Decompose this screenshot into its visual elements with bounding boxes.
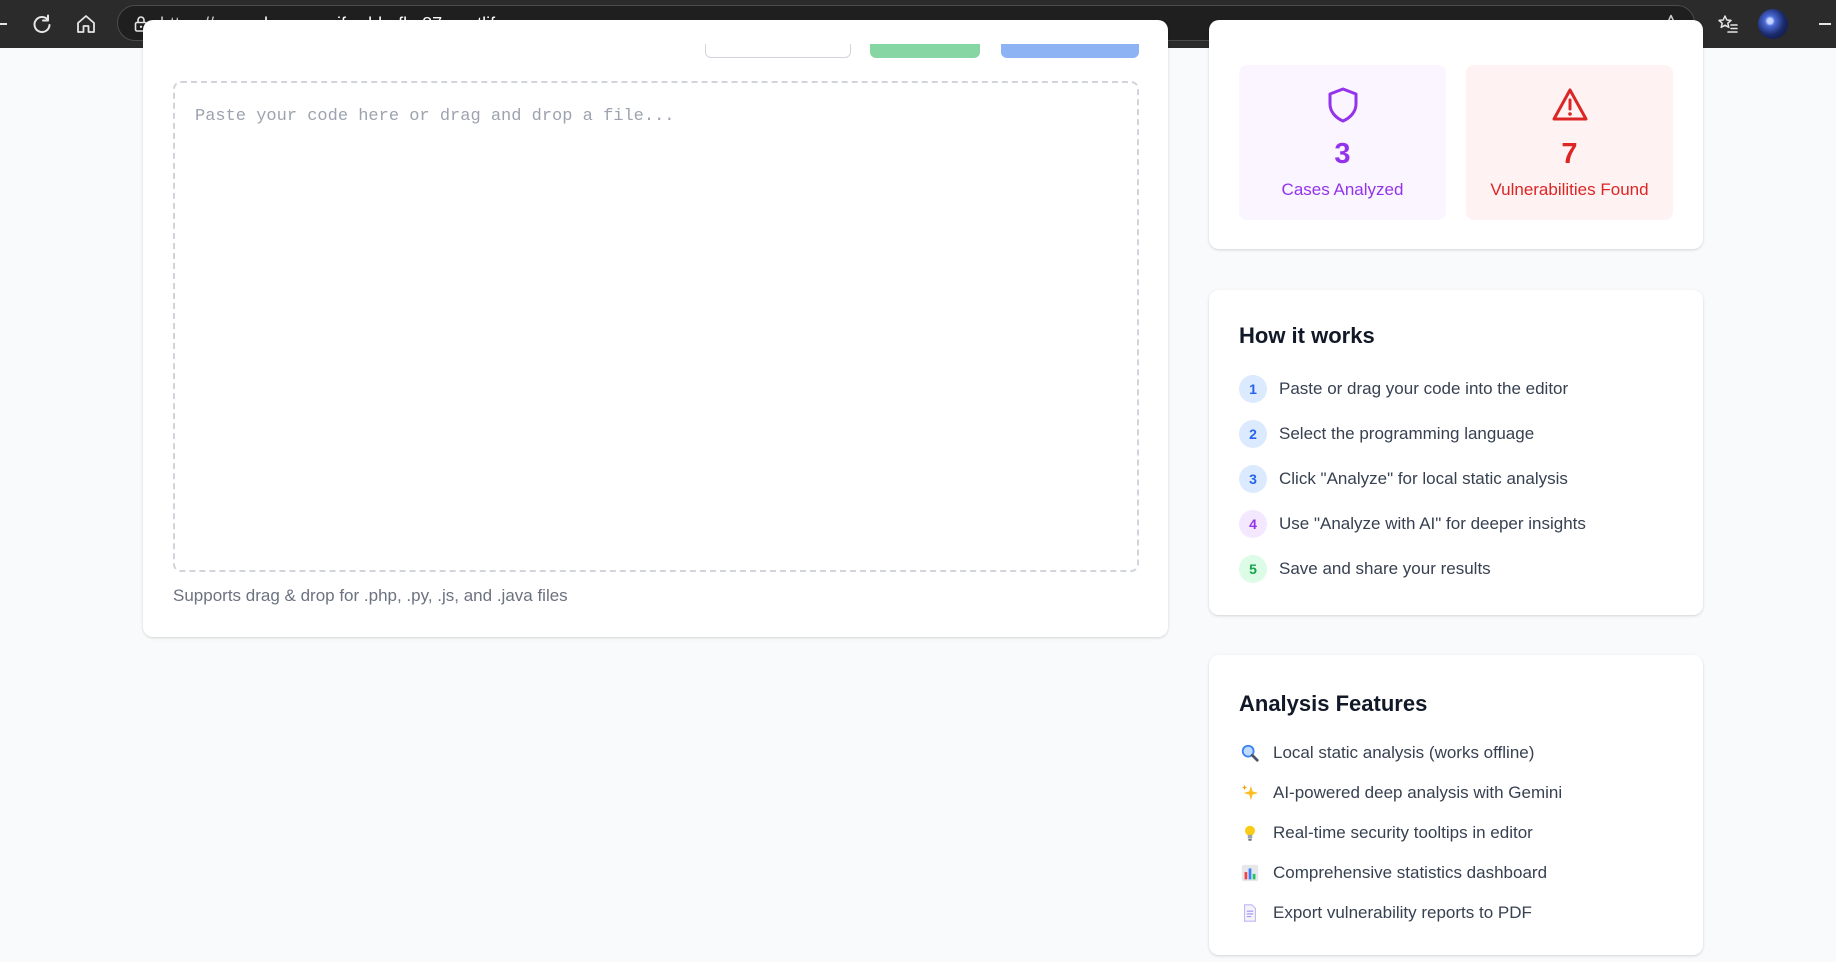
cases-analyzed-value: 3 bbox=[1334, 138, 1351, 170]
how-it-works-card: How it works 1 Paste or drag your code i… bbox=[1209, 290, 1703, 615]
back-icon[interactable] bbox=[0, 10, 14, 38]
step-number-badge: 4 bbox=[1239, 510, 1267, 538]
lightbulb-icon bbox=[1239, 822, 1261, 844]
feature-text: Local static analysis (works offline) bbox=[1273, 743, 1535, 762]
step-text: Click "Analyze" for local static analysi… bbox=[1279, 469, 1568, 488]
magnifier-icon bbox=[1239, 742, 1261, 764]
language-select[interactable] bbox=[705, 44, 851, 58]
analysis-features-card: Analysis Features Local static analysis … bbox=[1209, 655, 1703, 955]
dropzone-hint: Supports drag & drop for .php, .py, .js,… bbox=[173, 586, 568, 605]
step-text: Select the programming language bbox=[1279, 424, 1535, 443]
feature-text: AI-powered deep analysis with Gemini bbox=[1273, 783, 1563, 802]
vulnerabilities-found-stat: 7 Vulnerabilities Found bbox=[1466, 65, 1673, 220]
step-item: 1 Paste or drag your code into the edito… bbox=[1239, 374, 1568, 404]
step-text: Use "Analyze with AI" for deeper insight… bbox=[1279, 514, 1586, 533]
feature-item: AI-powered deep analysis with Gemini bbox=[1239, 780, 1562, 806]
step-item: 4 Use "Analyze with AI" for deeper insig… bbox=[1239, 509, 1586, 539]
feature-item: Comprehensive statistics dashboard bbox=[1239, 860, 1547, 886]
step-text: Save and share your results bbox=[1279, 559, 1491, 578]
menu-icon[interactable] bbox=[1808, 10, 1836, 38]
step-number-badge: 2 bbox=[1239, 420, 1267, 448]
shield-icon bbox=[1328, 87, 1357, 123]
favorites-list-icon[interactable] bbox=[1714, 10, 1742, 38]
feature-item: Real-time security tooltips in editor bbox=[1239, 820, 1533, 846]
cases-analyzed-label: Cases Analyzed bbox=[1281, 180, 1404, 199]
step-number-badge: 5 bbox=[1239, 555, 1267, 583]
home-icon[interactable] bbox=[72, 10, 100, 38]
feature-text: Real-time security tooltips in editor bbox=[1273, 823, 1533, 842]
feature-item: Local static analysis (works offline) bbox=[1239, 740, 1534, 766]
warning-triangle-icon bbox=[1552, 88, 1587, 121]
analysis-features-title: Analysis Features bbox=[1239, 691, 1428, 716]
step-number-badge: 1 bbox=[1239, 375, 1267, 403]
sparkles-icon bbox=[1239, 782, 1261, 804]
step-item: 3 Click "Analyze" for local static analy… bbox=[1239, 464, 1568, 494]
how-it-works-title: How it works bbox=[1239, 323, 1375, 348]
code-dropzone[interactable]: Paste your code here or drag and drop a … bbox=[173, 81, 1139, 572]
analyze-with-ai-button[interactable] bbox=[1001, 44, 1139, 58]
step-text: Paste or drag your code into the editor bbox=[1279, 379, 1569, 398]
code-input-placeholder[interactable]: Paste your code here or drag and drop a … bbox=[195, 107, 674, 126]
vulnerabilities-found-label: Vulnerabilities Found bbox=[1490, 180, 1649, 199]
step-number-badge: 3 bbox=[1239, 465, 1267, 493]
analyze-button[interactable] bbox=[870, 44, 980, 58]
document-icon bbox=[1239, 902, 1261, 924]
vulnerabilities-found-value: 7 bbox=[1561, 138, 1578, 170]
reload-icon[interactable] bbox=[28, 10, 56, 38]
feature-text: Comprehensive statistics dashboard bbox=[1273, 863, 1548, 882]
bar-chart-icon bbox=[1239, 862, 1261, 884]
feature-item: Export vulnerability reports to PDF bbox=[1239, 900, 1532, 926]
cases-analyzed-stat: 3 Cases Analyzed bbox=[1239, 65, 1446, 220]
profile-avatar[interactable] bbox=[1758, 9, 1788, 39]
feature-text: Export vulnerability reports to PDF bbox=[1273, 903, 1532, 922]
step-item: 2 Select the programming language bbox=[1239, 419, 1534, 449]
step-item: 5 Save and share your results bbox=[1239, 554, 1491, 584]
